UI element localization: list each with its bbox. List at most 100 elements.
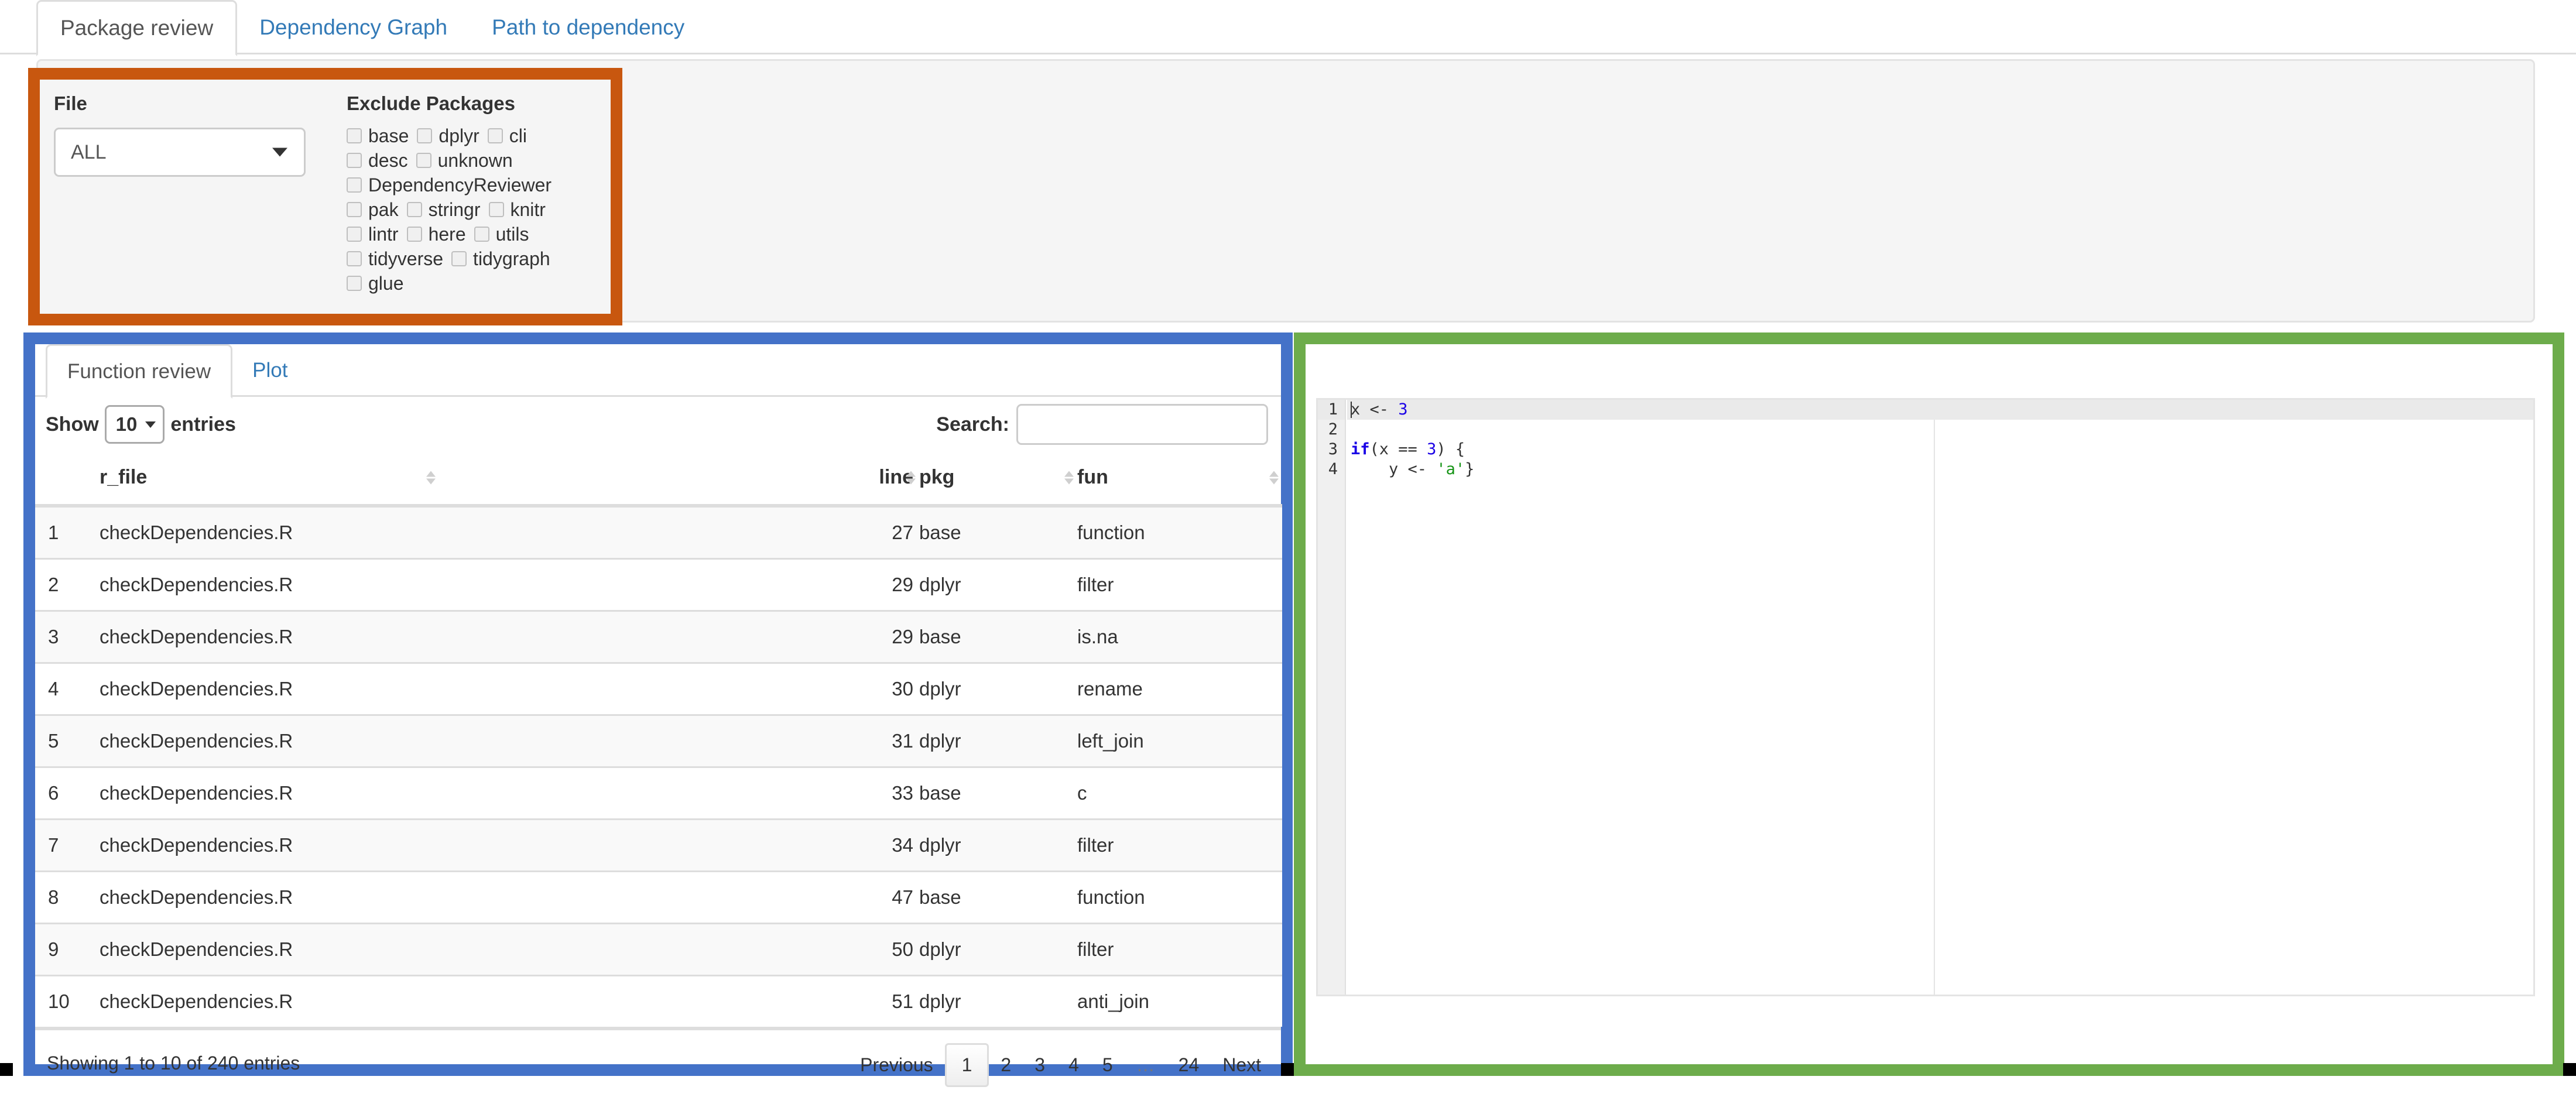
tab-function-review[interactable]: Function review: [46, 344, 232, 399]
table-row[interactable]: 2checkDependencies.R29dplyrfilter: [35, 559, 1282, 611]
exclude-checkbox-unknown[interactable]: unknown: [416, 151, 513, 170]
tab-package-review[interactable]: Package review: [36, 0, 237, 56]
cell-pkg: base: [919, 506, 1077, 559]
file-select[interactable]: ALL: [54, 128, 306, 177]
cell-r-file: checkDependencies.R: [100, 663, 439, 715]
checkbox-icon[interactable]: [488, 128, 503, 143]
exclude-checkbox-label: knitr: [511, 200, 546, 219]
table-row[interactable]: 9checkDependencies.R50dplyrfilter: [35, 924, 1282, 976]
cell-line: 47: [439, 872, 919, 924]
line-number: 2: [1318, 420, 1345, 440]
exclude-checkbox-base[interactable]: base: [347, 126, 409, 145]
exclude-checkbox-dependencyreviewer[interactable]: DependencyReviewer: [347, 176, 551, 194]
pagination-button-1[interactable]: 1: [945, 1043, 989, 1087]
cell-fun: filter: [1077, 924, 1282, 976]
code-line: [1351, 420, 2533, 440]
checkbox-icon[interactable]: [347, 276, 362, 291]
code-viewer-panel: 1234 x <- 3 if(x == 3) { y <- 'a'}: [1306, 344, 2553, 1064]
column-header-line[interactable]: line: [439, 451, 919, 506]
pagination-button-24[interactable]: 24: [1167, 1046, 1211, 1084]
table-row[interactable]: 6checkDependencies.R33basec: [35, 767, 1282, 820]
line-number: 4: [1318, 460, 1345, 479]
exclude-checkbox-lintr[interactable]: lintr: [347, 225, 399, 244]
page-length-select[interactable]: 10: [105, 405, 165, 444]
checkbox-icon[interactable]: [474, 227, 489, 242]
exclude-checkbox-dplyr[interactable]: dplyr: [417, 126, 479, 145]
checkbox-icon[interactable]: [489, 202, 504, 217]
checkbox-icon[interactable]: [347, 128, 362, 143]
cell-pkg: dplyr: [919, 924, 1077, 976]
exclude-checkbox-label: base: [368, 126, 409, 145]
code-line: y <- 'a'}: [1351, 460, 2533, 479]
entries-label: entries: [170, 413, 236, 436]
cell-fun: is.na: [1077, 611, 1282, 663]
table-row[interactable]: 7checkDependencies.R34dplyrfilter: [35, 820, 1282, 872]
table-row[interactable]: 3checkDependencies.R29baseis.na: [35, 611, 1282, 663]
pagination-button-4[interactable]: 4: [1057, 1046, 1091, 1084]
cell-fun: left_join: [1077, 715, 1282, 767]
pagination-button-previous[interactable]: Previous: [848, 1046, 945, 1084]
exclude-checkbox-label: stringr: [429, 200, 481, 219]
tab-plot[interactable]: Plot: [232, 344, 307, 397]
cell-fun: filter: [1077, 820, 1282, 872]
cell-fun: filter: [1077, 559, 1282, 611]
checkbox-icon[interactable]: [347, 202, 362, 217]
code-content[interactable]: x <- 3 if(x == 3) { y <- 'a'}: [1347, 400, 2533, 995]
exclude-checkbox-label: tidygraph: [473, 249, 550, 268]
exclude-checkbox-stringr[interactable]: stringr: [407, 200, 481, 219]
table-row[interactable]: 1checkDependencies.R27basefunction: [35, 506, 1282, 559]
cell-line: 29: [439, 559, 919, 611]
checkbox-icon[interactable]: [417, 128, 432, 143]
cell-pkg: dplyr: [919, 976, 1077, 1027]
function-review-panel-highlighted: Function review Plot Show 10 entries Sea…: [23, 332, 1293, 1076]
exclude-checkbox-pak[interactable]: pak: [347, 200, 399, 219]
column-header-pkg[interactable]: pkg: [919, 451, 1077, 506]
exclude-checkbox-tidyverse[interactable]: tidyverse: [347, 249, 443, 268]
line-number-gutter: 1234: [1318, 400, 1346, 995]
code-editor[interactable]: 1234 x <- 3 if(x == 3) { y <- 'a'}: [1316, 398, 2535, 996]
tab-path-to-dependency[interactable]: Path to dependency: [470, 0, 707, 54]
show-label: Show: [46, 413, 99, 436]
cell-r-file: checkDependencies.R: [100, 559, 439, 611]
exclude-checkbox-label: utils: [496, 225, 529, 244]
checkbox-icon[interactable]: [347, 177, 362, 193]
checkbox-icon[interactable]: [407, 202, 422, 217]
cell-pkg: dplyr: [919, 715, 1077, 767]
scroll-corner-middle: [1281, 1063, 1294, 1076]
exclude-checkbox-desc[interactable]: desc: [347, 151, 408, 170]
tab-dependency-graph[interactable]: Dependency Graph: [237, 0, 470, 54]
cell-r-file: checkDependencies.R: [100, 872, 439, 924]
table-row[interactable]: 8checkDependencies.R47basefunction: [35, 872, 1282, 924]
pagination-button-3[interactable]: 3: [1023, 1046, 1057, 1084]
exclude-packages-checkbox-list: base dplyr cli desc unknown DependencyReviewe…: [347, 126, 598, 299]
code-line: if(x == 3) {: [1351, 440, 2533, 460]
cell-r-file: checkDependencies.R: [100, 924, 439, 976]
exclude-checkbox-here[interactable]: here: [407, 225, 466, 244]
cell-line: 51: [439, 976, 919, 1027]
search-input[interactable]: [1016, 404, 1268, 445]
column-header-fun[interactable]: fun: [1077, 451, 1282, 506]
exclude-checkbox-utils[interactable]: utils: [474, 225, 529, 244]
checkbox-icon[interactable]: [347, 153, 362, 168]
checkbox-icon[interactable]: [347, 251, 362, 266]
pagination-button-5[interactable]: 5: [1091, 1046, 1125, 1084]
checkbox-icon[interactable]: [347, 227, 362, 242]
checkbox-icon[interactable]: [416, 153, 431, 168]
pagination-button-2[interactable]: 2: [989, 1046, 1023, 1084]
exclude-checkbox-label: lintr: [368, 225, 399, 244]
exclude-checkbox-cli[interactable]: cli: [488, 126, 527, 145]
file-filter-group: File ALL: [54, 92, 311, 177]
checkbox-icon[interactable]: [451, 251, 467, 266]
column-header-r-file[interactable]: r_file: [100, 451, 439, 506]
exclude-checkbox-tidygraph[interactable]: tidygraph: [451, 249, 550, 268]
table-row[interactable]: 5checkDependencies.R31dplyrleft_join: [35, 715, 1282, 767]
exclude-checkbox-label: DependencyReviewer: [368, 176, 551, 194]
row-index: 3: [35, 611, 100, 663]
pagination-button-next[interactable]: Next: [1211, 1046, 1273, 1084]
table-row[interactable]: 10checkDependencies.R51dplyranti_join: [35, 976, 1282, 1027]
table-row[interactable]: 4checkDependencies.R30dplyrrename: [35, 663, 1282, 715]
row-index: 9: [35, 924, 100, 976]
exclude-checkbox-glue[interactable]: glue: [347, 274, 404, 293]
exclude-checkbox-knitr[interactable]: knitr: [489, 200, 546, 219]
checkbox-icon[interactable]: [407, 227, 422, 242]
